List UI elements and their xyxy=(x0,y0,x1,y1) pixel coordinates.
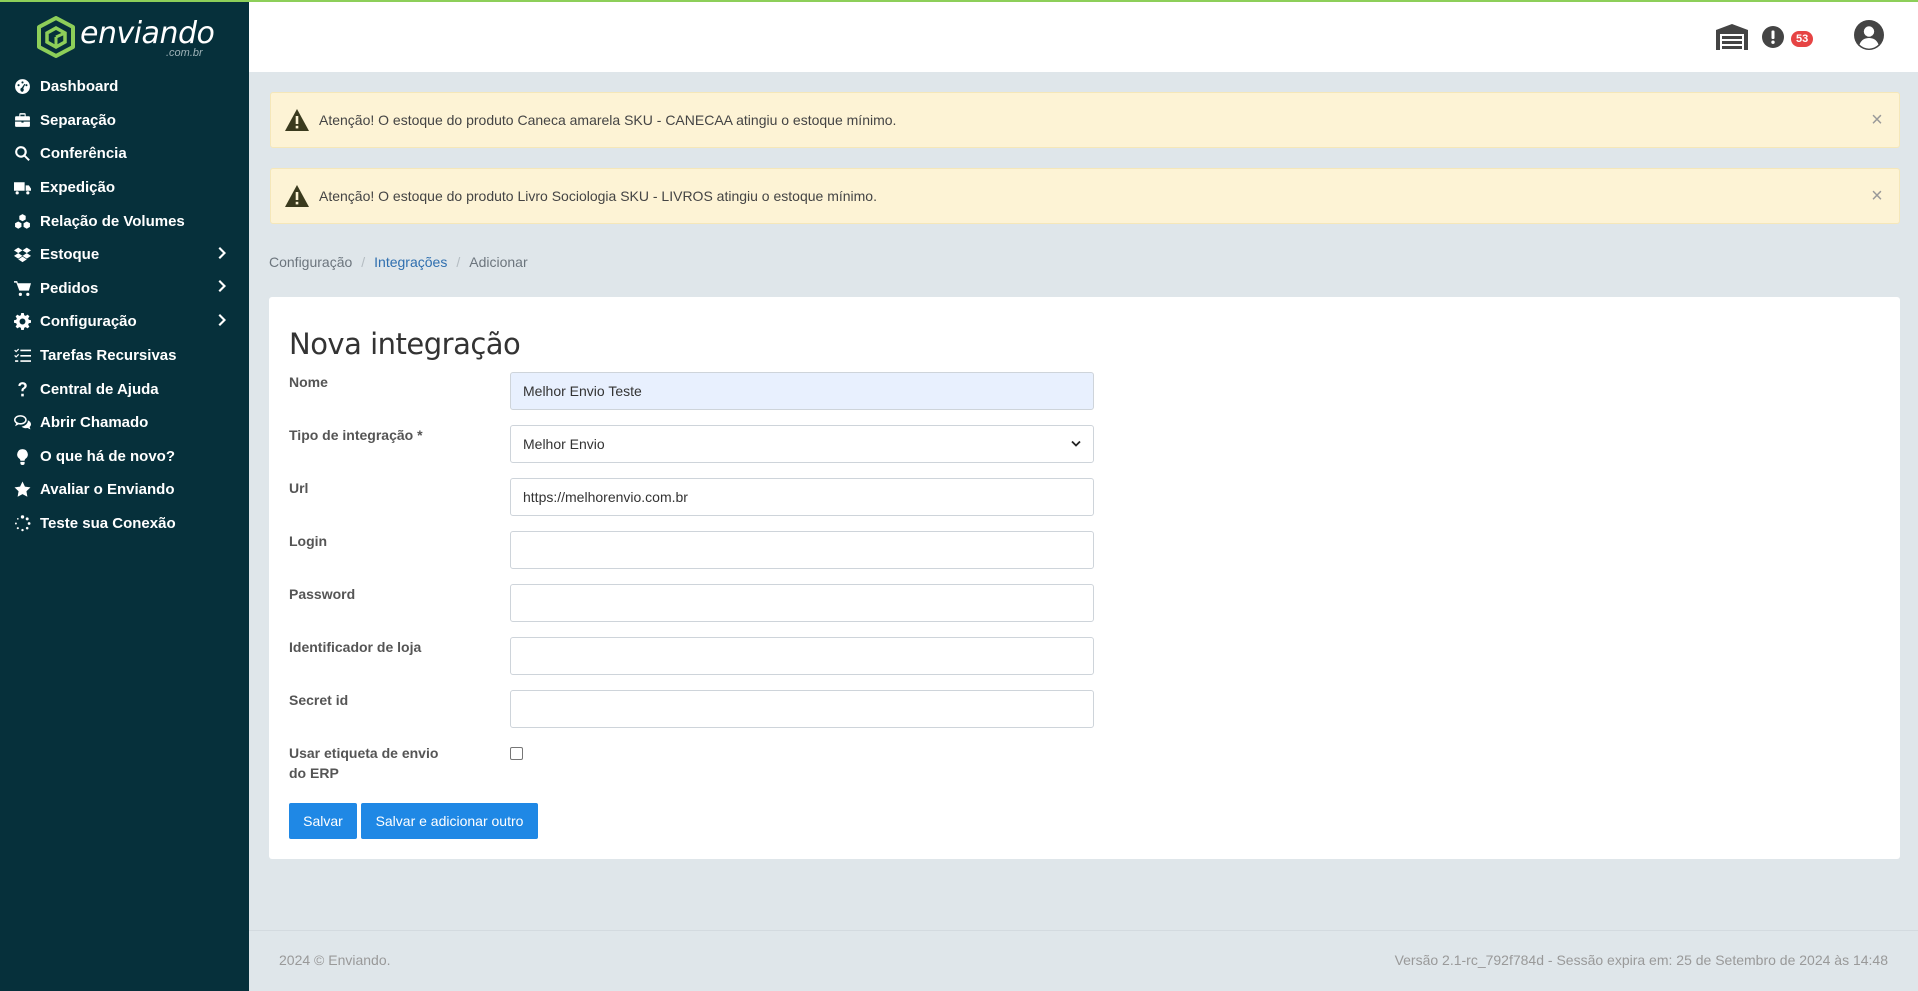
sidebar-item-avaliar[interactable]: Avaliar o Enviando xyxy=(0,473,249,507)
etiqueta-erp-label: Usar etiqueta de envio do ERP xyxy=(289,745,439,781)
spinner-icon xyxy=(12,514,32,534)
sidebar-item-novidades[interactable]: O que há de novo? xyxy=(0,440,249,474)
logo-cube-icon xyxy=(37,16,75,58)
nome-label: Nome xyxy=(289,374,328,390)
stock-alert: Atenção! O estoque do produto Livro Soci… xyxy=(270,168,1900,224)
sidebar-item-chamado[interactable]: Abrir Chamado xyxy=(0,406,249,440)
top-header xyxy=(249,2,1918,72)
top-accent-line xyxy=(0,0,1918,2)
dashboard-icon xyxy=(12,77,32,97)
sidebar-item-label: Relação de Volumes xyxy=(40,212,185,230)
sidebar-nav: Dashboard Separação Conferência Expediçã… xyxy=(0,70,249,540)
breadcrumb-configuracao: Configuração xyxy=(269,254,353,270)
warning-icon xyxy=(285,109,309,131)
secret-id-input[interactable] xyxy=(510,690,1094,728)
login-label: Login xyxy=(289,533,328,549)
dropbox-icon xyxy=(12,245,32,265)
sidebar-item-conexao[interactable]: Teste sua Conexão xyxy=(0,507,249,541)
chevron-down-icon xyxy=(1071,440,1081,447)
save-button[interactable]: Salvar xyxy=(289,803,357,839)
sidebar-item-label: Avaliar o Enviando xyxy=(40,481,175,499)
password-input[interactable] xyxy=(510,584,1094,622)
tasks-icon xyxy=(12,346,32,366)
search-icon xyxy=(12,144,32,164)
briefcase-icon xyxy=(12,110,32,130)
sidebar-item-label: Pedidos xyxy=(40,279,99,297)
boxes-icon xyxy=(12,211,32,231)
logo-subtext: .com.br xyxy=(166,47,203,59)
alert-message: Atenção! O estoque do produto Livro Soci… xyxy=(319,188,877,204)
truck-icon xyxy=(12,178,32,198)
chevron-right-icon xyxy=(211,313,235,331)
sidebar-item-conferencia[interactable]: Conferência xyxy=(0,137,249,171)
password-label: Password xyxy=(289,586,356,602)
sidebar-item-estoque[interactable]: Estoque xyxy=(0,238,249,272)
lightbulb-icon xyxy=(12,446,32,466)
identificador-loja-input[interactable] xyxy=(510,637,1094,675)
star-icon xyxy=(12,480,32,500)
secret-id-label: Secret id xyxy=(289,692,349,708)
breadcrumb-separator: / xyxy=(456,254,461,270)
sidebar-item-label: Abrir Chamado xyxy=(40,414,149,432)
save-and-add-button[interactable]: Salvar e adicionar outro xyxy=(361,803,538,839)
url-label: Url xyxy=(289,480,309,496)
warehouse-icon[interactable] xyxy=(1716,24,1748,50)
cart-icon xyxy=(12,278,32,298)
sidebar: enviando .com.br Dashboard Separação Con… xyxy=(0,0,249,991)
alert-close-button[interactable]: × xyxy=(1867,110,1887,130)
sidebar-item-relacao-volumes[interactable]: Relação de Volumes xyxy=(0,204,249,238)
alert-close-button[interactable]: × xyxy=(1867,186,1887,206)
sidebar-item-label: O que há de novo? xyxy=(40,447,176,465)
sidebar-item-label: Dashboard xyxy=(40,78,119,96)
nome-input[interactable]: Melhor Envio Teste xyxy=(510,372,1094,410)
sidebar-item-label: Conferência xyxy=(40,145,127,163)
chevron-right-icon xyxy=(211,246,235,264)
integration-form-card: Nova integração Nome Melhor Envio Teste … xyxy=(269,297,1900,859)
alert-circle-icon[interactable] xyxy=(1762,26,1784,48)
sidebar-item-ajuda[interactable]: Central de Ajuda xyxy=(0,372,249,406)
etiqueta-erp-checkbox[interactable] xyxy=(510,747,523,760)
footer-version: Versão 2.1-rc_792f784d - Sessão expira e… xyxy=(1394,952,1888,968)
sidebar-item-configuracao[interactable]: Configuração xyxy=(0,305,249,339)
sidebar-item-label: Teste sua Conexão xyxy=(40,515,176,533)
breadcrumb-separator: / xyxy=(361,254,366,270)
question-icon xyxy=(12,379,32,399)
user-avatar-icon[interactable] xyxy=(1854,20,1884,50)
sidebar-item-label: Expedição xyxy=(40,179,116,197)
tipo-integracao-label: Tipo de integração * xyxy=(289,427,423,443)
alert-message: Atenção! O estoque do produto Caneca ama… xyxy=(319,112,897,128)
sidebar-item-separacao[interactable]: Separação xyxy=(0,104,249,138)
url-input[interactable]: https://melhorenvio.com.br xyxy=(510,478,1094,516)
sidebar-item-expedicao[interactable]: Expedição xyxy=(0,171,249,205)
tipo-integracao-value: Melhor Envio xyxy=(523,436,605,452)
sidebar-item-label: Estoque xyxy=(40,246,100,264)
sidebar-item-label: Central de Ajuda xyxy=(40,380,159,398)
page-title: Nova integração xyxy=(289,327,521,361)
notification-badge: 53 xyxy=(1791,31,1814,47)
tipo-integracao-select[interactable]: Melhor Envio xyxy=(510,425,1094,463)
chevron-right-icon xyxy=(211,279,235,297)
gear-icon xyxy=(12,312,32,332)
sidebar-item-tarefas[interactable]: Tarefas Recursivas xyxy=(0,339,249,373)
breadcrumb: Configuração / Integrações / Adicionar xyxy=(269,254,528,270)
sidebar-item-label: Separação xyxy=(40,111,116,129)
sidebar-item-pedidos[interactable]: Pedidos xyxy=(0,272,249,306)
chat-icon xyxy=(12,413,32,433)
warning-icon xyxy=(285,185,309,207)
footer-copyright: 2024 © Enviando. xyxy=(279,952,391,968)
sidebar-item-dashboard[interactable]: Dashboard xyxy=(0,70,249,104)
breadcrumb-adicionar: Adicionar xyxy=(469,254,528,270)
login-input[interactable] xyxy=(510,531,1094,569)
identificador-loja-label: Identificador de loja xyxy=(289,639,422,655)
sidebar-item-label: Tarefas Recursivas xyxy=(40,347,177,365)
footer: 2024 © Enviando. Versão 2.1-rc_792f784d … xyxy=(249,930,1918,991)
sidebar-item-label: Configuração xyxy=(40,313,137,331)
stock-alert: Atenção! O estoque do produto Caneca ama… xyxy=(270,92,1900,148)
breadcrumb-integracoes-link[interactable]: Integrações xyxy=(374,254,447,270)
